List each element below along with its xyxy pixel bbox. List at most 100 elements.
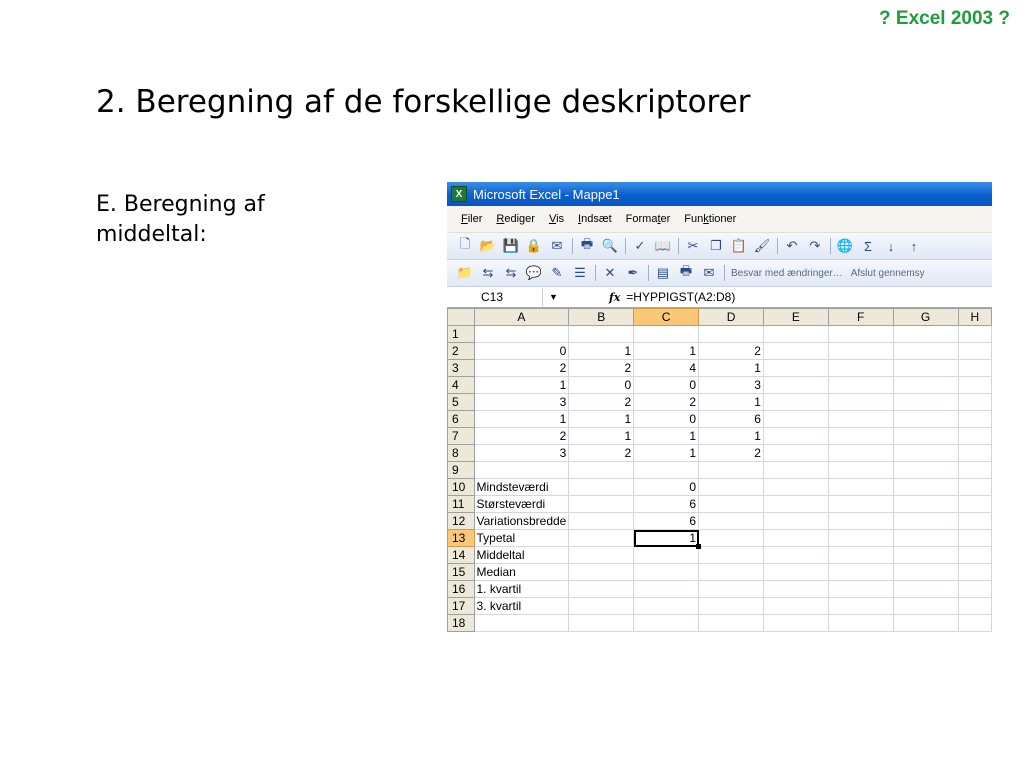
cell[interactable]: 1	[698, 427, 764, 445]
print-preview-icon[interactable]: 🔍	[602, 238, 618, 254]
compare-icon[interactable]: ⇆	[480, 265, 496, 281]
cell[interactable]	[957, 461, 992, 479]
cell[interactable]: 2	[633, 393, 700, 411]
cell[interactable]: 2	[473, 427, 570, 445]
cell[interactable]	[633, 461, 700, 479]
cell[interactable]: 1	[633, 342, 700, 360]
cell[interactable]: 0	[473, 342, 570, 360]
cell[interactable]	[827, 410, 894, 428]
cell[interactable]	[827, 376, 894, 394]
new-document-icon[interactable]: 🗋	[457, 236, 473, 254]
column-header-d[interactable]: D	[698, 308, 764, 326]
cell[interactable]	[473, 614, 570, 632]
cell[interactable]	[568, 461, 635, 479]
autosum-icon[interactable]: Σ	[860, 238, 876, 254]
menu-rediger[interactable]: Rediger	[496, 213, 535, 225]
cell[interactable]	[892, 461, 959, 479]
cell[interactable]	[698, 461, 764, 479]
column-header-c[interactable]: C	[633, 308, 700, 326]
hyperlink-icon[interactable]: 🌐	[837, 238, 853, 254]
cell[interactable]	[892, 495, 959, 513]
cell[interactable]	[892, 546, 959, 564]
menu-indsaet[interactable]: Indsæt	[578, 213, 612, 225]
row-header[interactable]: 5	[447, 393, 475, 411]
cell[interactable]: 1	[473, 410, 570, 428]
menu-funktioner[interactable]: Funktioner	[684, 213, 736, 225]
row-header[interactable]: 12	[447, 512, 475, 530]
email-icon[interactable]: ✉	[549, 238, 565, 254]
cell[interactable]	[698, 478, 764, 496]
cell[interactable]	[827, 444, 894, 462]
cell[interactable]	[892, 410, 959, 428]
cell[interactable]	[633, 614, 700, 632]
cell[interactable]	[633, 597, 700, 615]
row-header[interactable]: 7	[447, 427, 475, 445]
cell[interactable]	[827, 580, 894, 598]
cell[interactable]	[762, 427, 829, 445]
cell[interactable]: 2	[698, 444, 764, 462]
cell[interactable]: 1	[568, 427, 635, 445]
cell[interactable]	[762, 529, 829, 547]
cell[interactable]	[827, 393, 894, 411]
cell[interactable]	[762, 410, 829, 428]
delete-comment-icon[interactable]: ✕	[602, 265, 618, 281]
cell[interactable]	[698, 580, 764, 598]
cell[interactable]	[892, 529, 959, 547]
row-header[interactable]: 4	[447, 376, 475, 394]
cell[interactable]	[568, 495, 635, 513]
function-icon[interactable]: fx	[609, 291, 620, 304]
cell[interactable]	[568, 325, 635, 343]
permission-icon[interactable]: 🔒	[526, 238, 542, 254]
cell[interactable]: 3	[698, 376, 764, 394]
cell[interactable]	[827, 359, 894, 377]
cell[interactable]: 6	[633, 495, 700, 513]
show-comments-icon[interactable]: ☰	[572, 265, 588, 281]
cell[interactable]	[892, 342, 959, 360]
cell[interactable]	[892, 325, 959, 343]
cell[interactable]	[957, 580, 992, 598]
sort-ascending-icon[interactable]: ↓	[883, 238, 899, 254]
cell[interactable]	[568, 546, 635, 564]
cell[interactable]	[892, 478, 959, 496]
cell[interactable]	[957, 597, 992, 615]
copy-icon[interactable]: ❐	[708, 238, 724, 254]
cell[interactable]	[957, 512, 992, 530]
cell[interactable]	[568, 529, 635, 547]
cell[interactable]	[698, 563, 764, 581]
cell[interactable]	[957, 563, 992, 581]
cell[interactable]: Variationsbredde	[473, 512, 570, 530]
cell[interactable]	[633, 546, 700, 564]
ink-icon[interactable]: ✒	[625, 265, 641, 281]
save-icon[interactable]: 💾	[503, 238, 519, 254]
compare-icon[interactable]: ⇆	[503, 265, 519, 281]
select-all-corner[interactable]	[447, 308, 475, 326]
cell[interactable]	[892, 444, 959, 462]
cell[interactable]	[957, 495, 992, 513]
cell[interactable]	[957, 427, 992, 445]
cell[interactable]	[633, 325, 700, 343]
cell[interactable]	[827, 563, 894, 581]
send-icon[interactable]: ✉	[701, 265, 717, 281]
cell[interactable]	[762, 512, 829, 530]
cell[interactable]: 0	[633, 376, 700, 394]
row-header[interactable]: 3	[447, 359, 475, 377]
cell[interactable]	[568, 580, 635, 598]
excel-app-icon[interactable]: X	[451, 186, 467, 202]
cell[interactable]	[892, 563, 959, 581]
cell[interactable]: 2	[473, 359, 570, 377]
cell[interactable]: 1	[698, 359, 764, 377]
row-header[interactable]: 2	[447, 342, 475, 360]
cell[interactable]: 6	[633, 512, 700, 530]
active-cell[interactable]: 1	[633, 529, 702, 550]
formula-input[interactable]: =HYPPIGST(A2:D8)	[626, 290, 735, 304]
spelling-icon[interactable]: ✓	[632, 238, 648, 254]
column-header-e[interactable]: E	[762, 308, 829, 326]
cell[interactable]	[762, 325, 829, 343]
track-changes-icon[interactable]: ▤	[655, 265, 671, 281]
cell[interactable]	[473, 325, 570, 343]
row-header[interactable]: 10	[447, 478, 475, 496]
folder-icon[interactable]: 📁	[457, 265, 473, 281]
cell[interactable]	[827, 342, 894, 360]
cell[interactable]	[957, 359, 992, 377]
cell[interactable]	[762, 376, 829, 394]
